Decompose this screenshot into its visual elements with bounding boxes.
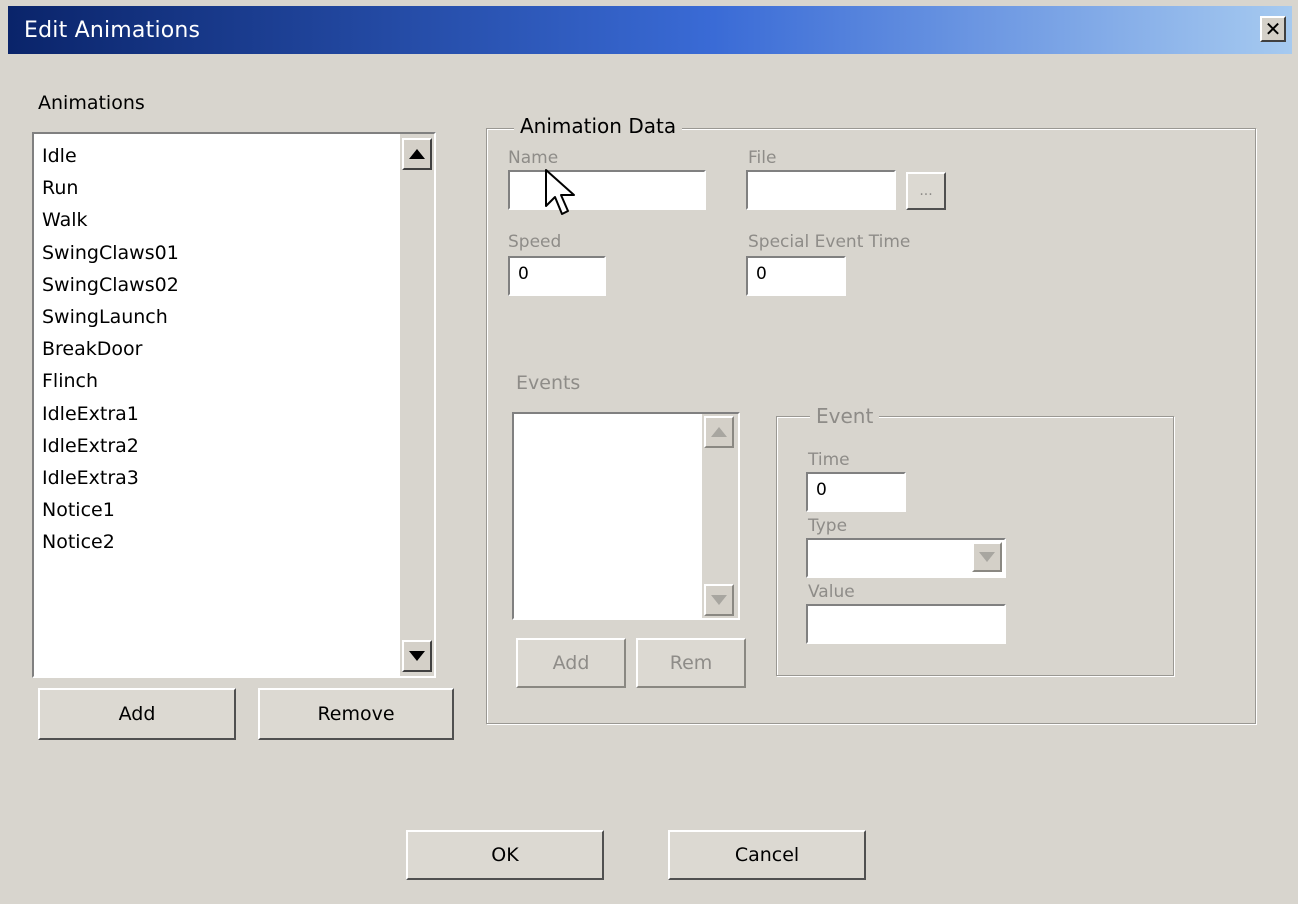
scroll-down-button[interactable] bbox=[402, 640, 432, 672]
special-event-time-input[interactable]: 0 bbox=[746, 256, 846, 296]
list-item[interactable]: Notice2 bbox=[42, 526, 434, 558]
cancel-button[interactable]: Cancel bbox=[668, 830, 866, 880]
time-input[interactable]: 0 bbox=[806, 472, 906, 512]
list-item[interactable]: SwingClaws02 bbox=[42, 269, 434, 301]
type-dropdown-button[interactable] bbox=[972, 542, 1002, 572]
scroll-up-button[interactable] bbox=[402, 138, 432, 170]
list-item[interactable]: SwingClaws01 bbox=[42, 237, 434, 269]
events-label: Events bbox=[516, 372, 581, 394]
arrow-up-icon bbox=[711, 427, 727, 437]
arrow-down-icon bbox=[711, 595, 727, 605]
list-item[interactable]: Notice1 bbox=[42, 494, 434, 526]
speed-input[interactable]: 0 bbox=[508, 256, 606, 296]
add-animation-button[interactable]: Add bbox=[38, 688, 236, 740]
list-item[interactable]: Idle bbox=[42, 140, 434, 172]
speed-label: Speed bbox=[508, 232, 562, 252]
animations-listbox[interactable]: Idle Run Walk SwingClaws01 SwingClaws02 Swing… bbox=[32, 132, 436, 678]
animations-scrollbar[interactable] bbox=[400, 134, 434, 676]
event-legend: Event bbox=[810, 404, 880, 428]
list-item[interactable]: BreakDoor bbox=[42, 333, 434, 365]
animations-label: Animations bbox=[38, 92, 145, 114]
animation-data-legend: Animation Data bbox=[514, 114, 683, 138]
list-item[interactable]: Run bbox=[42, 172, 434, 204]
events-add-button[interactable]: Add bbox=[516, 638, 626, 688]
events-scroll-down-button[interactable] bbox=[704, 584, 734, 616]
arrow-down-icon bbox=[409, 651, 425, 661]
file-label: File bbox=[748, 148, 777, 168]
arrow-up-icon bbox=[409, 149, 425, 159]
special-event-time-label: Special Event Time bbox=[748, 232, 911, 252]
list-item[interactable]: IdleExtra1 bbox=[42, 398, 434, 430]
list-item[interactable]: Flinch bbox=[42, 365, 434, 397]
chevron-down-icon bbox=[979, 552, 995, 562]
title-bar: Edit Animations ✕ bbox=[8, 6, 1292, 54]
list-item[interactable]: Walk bbox=[42, 204, 434, 236]
browse-button[interactable]: ... bbox=[906, 172, 946, 210]
list-item[interactable]: IdleExtra2 bbox=[42, 430, 434, 462]
events-scroll-up-button[interactable] bbox=[704, 416, 734, 448]
events-rem-button[interactable]: Rem bbox=[636, 638, 746, 688]
window-title: Edit Animations bbox=[24, 18, 201, 43]
events-scrollbar[interactable] bbox=[702, 414, 738, 618]
mouse-cursor-icon bbox=[545, 169, 575, 215]
name-label: Name bbox=[508, 148, 559, 168]
remove-animation-button[interactable]: Remove bbox=[258, 688, 454, 740]
ok-button[interactable]: OK bbox=[406, 830, 604, 880]
value-input[interactable] bbox=[806, 604, 1006, 644]
file-input[interactable] bbox=[746, 170, 896, 210]
list-item[interactable]: SwingLaunch bbox=[42, 301, 434, 333]
close-button[interactable]: ✕ bbox=[1260, 16, 1286, 42]
close-icon: ✕ bbox=[1264, 17, 1282, 41]
type-label: Type bbox=[808, 516, 848, 536]
time-label: Time bbox=[808, 450, 850, 470]
list-item[interactable]: IdleExtra3 bbox=[42, 462, 434, 494]
value-label: Value bbox=[808, 582, 855, 602]
type-select[interactable] bbox=[806, 538, 1006, 578]
animations-list: Idle Run Walk SwingClaws01 SwingClaws02 Swing… bbox=[34, 134, 434, 558]
name-input[interactable] bbox=[508, 170, 706, 210]
events-listbox[interactable] bbox=[512, 412, 740, 620]
